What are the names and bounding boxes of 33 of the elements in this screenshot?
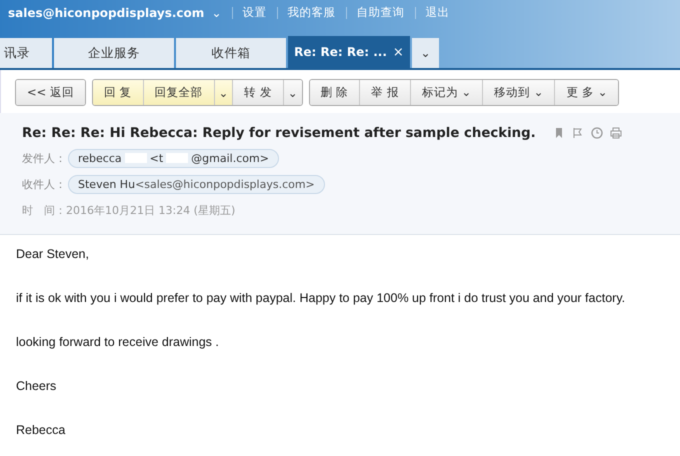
toolbar-button[interactable]: 标记为 ⌄ <box>410 80 484 105</box>
field-label: 时 间： <box>22 202 66 218</box>
body-paragraph: Cheers <box>16 379 58 393</box>
field-label: 收件人： <box>22 176 66 192</box>
toolbar-button[interactable]: 更 多 ⌄ <box>555 80 618 105</box>
tab[interactable]: 收件箱 <box>176 38 286 68</box>
recipient-chip[interactable]: Steven Hu<sales@hiconpopdisplays.com> <box>68 174 325 194</box>
tab[interactable]: 企业服务 <box>54 38 174 68</box>
print-icon[interactable] <box>610 127 622 139</box>
toolbar-button[interactable]: 移动到 ⌄ <box>483 80 556 105</box>
tab-menu-button[interactable]: ⌄ <box>412 38 439 68</box>
toolbar-button[interactable]: 删 除 <box>310 80 360 105</box>
toolbar-button[interactable]: ⌄ <box>214 80 234 105</box>
sender-chip[interactable]: rebecca <t @gmail.com> <box>68 148 279 168</box>
body-paragraph: Rebecca <box>16 423 66 437</box>
toolbar-button[interactable]: ⌄ <box>284 80 302 105</box>
clock-icon[interactable] <box>590 127 603 139</box>
field-label: 发件人： <box>22 150 66 166</box>
flag-icon[interactable] <box>572 127 584 139</box>
toolbar-button[interactable]: 回 复 <box>92 80 144 105</box>
body-paragraph: if it is ok with you i would prefer to pay with paypal. Happy to pay 100% up front i do trust you and your factory. <box>16 291 626 305</box>
body-paragraph: looking forward to receive drawings . <box>16 335 220 349</box>
sent-time: 2016年10月21日 13:24 (星期五) <box>66 202 236 218</box>
account-menu[interactable]: sales@hiconpopdisplays.com ⌄ <box>8 6 222 20</box>
toolbar-button[interactable]: 举 报 <box>360 80 411 105</box>
tab[interactable]: 讯录 <box>0 38 52 68</box>
toolbar-button[interactable]: 回复全部 <box>144 80 215 105</box>
close-icon[interactable]: × <box>392 44 404 60</box>
tab[interactable]: Re: Re: Re: ... × <box>288 36 410 68</box>
toolbar-button[interactable]: << 返回 <box>16 80 85 105</box>
toolbar-button[interactable]: 转 发 <box>233 80 284 105</box>
subject: Re: Re: Re: Hi Rebecca: Reply for revisement after sample checking. <box>22 126 536 140</box>
body-paragraph: Dear Steven, <box>16 247 90 261</box>
